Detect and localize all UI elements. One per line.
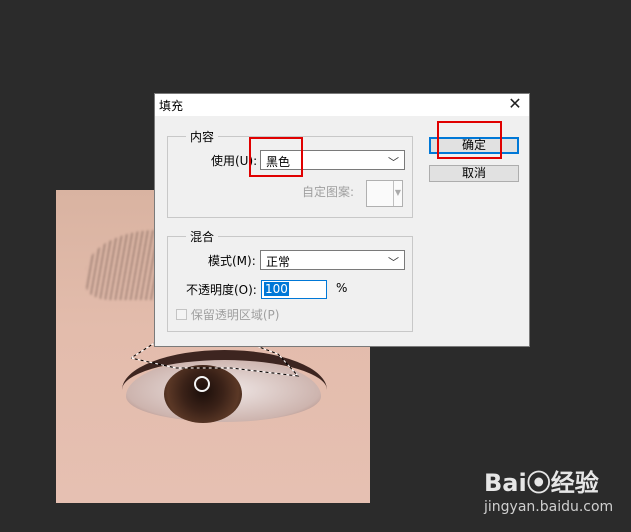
mode-select-value: 正常 [266,255,291,269]
mode-select[interactable]: 正常 ﹀ [260,250,405,270]
dialog-titlebar: 填充 ✕ [155,94,529,116]
highlight-box-use-value [249,137,303,177]
chevron-down-icon: ▼ [394,188,401,197]
opacity-label: 不透明度(O): [186,283,257,297]
dialog-title: 填充 [159,99,184,113]
preserve-label: 保留透明区域(P) [190,308,280,322]
baidu-jingyan-logo: Bai⦿经验 [484,469,599,497]
opacity-input[interactable]: 100 [261,280,327,299]
mode-label: 模式(M): [208,254,256,268]
watermark-url: jingyan.baidu.com [484,499,614,515]
content-group-title: 内容 [186,128,219,145]
close-icon[interactable]: ✕ [507,96,523,112]
blend-group-title: 混合 [186,228,219,245]
opacity-unit: % [336,281,348,295]
preserve-transparency-checkbox-wrap[interactable]: 保留透明区域(P) [176,306,279,323]
highlight-box-ok [437,121,502,159]
fill-dialog: 填充 ✕ 内容 使用(U): 黑色 ﹀ 自定图案: ▼ 混合 模式(M): 正常… [154,93,530,347]
pattern-picker: ▼ [366,180,403,207]
opacity-input-value: 100 [264,282,289,296]
chevron-down-icon: ﹀ [388,256,399,269]
cancel-button[interactable]: 取消 [429,165,519,182]
chevron-down-icon: ﹀ [388,156,399,169]
pattern-label: 自定图案: [302,185,355,199]
preserve-checkbox[interactable] [176,309,187,320]
